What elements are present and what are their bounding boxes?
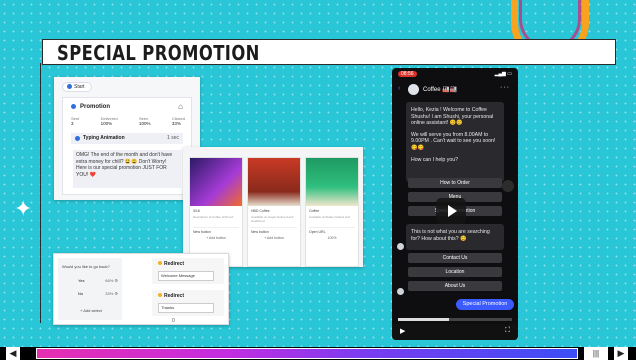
quick-reply-about-us[interactable]: About Us [408, 281, 502, 291]
recording-badge: 08:56 [398, 71, 417, 77]
redirect-target[interactable]: Thanks [158, 303, 214, 313]
redirect-node[interactable]: Redirect Welcome Message [152, 258, 224, 284]
redirect-header: Redirect [158, 293, 184, 299]
promo-image [190, 158, 242, 206]
carousel-tile[interactable]: Coffee Available at Shake Outlets and Op… [305, 157, 359, 267]
redirect-dot-icon [158, 261, 162, 265]
tile-add-button[interactable]: + Add button [193, 236, 239, 240]
back-icon[interactable]: ‹ [398, 85, 400, 92]
slide-title: SPECIAL PROMOTION [57, 41, 260, 65]
option-no-percent: 33% ⚙ [105, 291, 118, 296]
sparkle-icon: ✦ [14, 196, 33, 221]
hours-text: We will serve you from 8.00AM to 9.00PM … [411, 131, 496, 151]
bot-avatar [397, 243, 404, 250]
prev-slide-icon[interactable]: ◀ [6, 347, 20, 360]
tile-add-button[interactable]: + Add button [251, 236, 297, 240]
carousel-tile[interactable]: 3/16 Description of Coffee 3/16 text New… [189, 157, 243, 267]
chat-name: Coffee 🏭🏭 [423, 87, 458, 93]
tile-zoom[interactable]: 100% [309, 236, 355, 240]
help-text: How can I help you? [411, 156, 459, 163]
tag-icon[interactable]: ⌂ [178, 102, 183, 111]
slide-navigation-bar: ◀ ||| ▶ [0, 347, 636, 360]
promotion-node[interactable]: Promotion ⌂ Sent 3 Delivered 100% Seen 100%… [62, 97, 192, 195]
video-progress [398, 318, 450, 321]
stat-clicked: Clicked 33% [171, 116, 185, 126]
flow-editor-card: Start Promotion ⌂ Sent 3 Delivered 100% Se… [54, 77, 200, 200]
tile-desc: Available at Shake Outlets and [309, 215, 350, 219]
play-small-icon[interactable]: ▶ [400, 327, 405, 335]
phone-video[interactable]: 08:56 ▂▄▆ ▭ ‹ Coffee 🏭🏭 ··· Hello, Kezia… [392, 68, 518, 340]
promotion-dot-icon [71, 104, 76, 109]
user-reply-bubble: Special Promotion [456, 299, 514, 310]
phone-status-bar: 08:56 [398, 71, 417, 80]
play-icon[interactable] [436, 198, 466, 224]
tile-title: 3/16 [193, 209, 200, 213]
stat-seen: Seen 100% [138, 116, 151, 126]
bot-message: Hello, Kezia ! Welcome to Coffee Shushu!… [406, 102, 504, 182]
start-dot-icon [67, 84, 72, 90]
promo-image [248, 158, 300, 206]
start-node[interactable]: Start [62, 82, 92, 92]
tile-button[interactable]: New button [193, 227, 239, 234]
signal-icon: ▂▄▆ ▭ [494, 71, 512, 77]
chat-header: ‹ Coffee 🏭🏭 ··· [396, 82, 514, 98]
slide-progress-track[interactable] [36, 348, 578, 359]
thumbnails-icon[interactable]: ||| [584, 347, 608, 360]
bot-message: This is not what you are searching for? … [406, 224, 504, 250]
redirect-label: Redirect [164, 261, 185, 267]
title-bar: SPECIAL PROMOTION [42, 39, 616, 65]
tile-url-button[interactable]: Open URL [309, 227, 355, 234]
video-controls: ▶ ⛶ [392, 324, 518, 340]
quick-reply-contact-us[interactable]: Contact Us [408, 253, 502, 263]
add-select-button[interactable]: + Add select [80, 308, 102, 313]
node-count: 0 [172, 318, 175, 324]
promotion-label: Promotion [80, 104, 110, 111]
tile-desc: Description of Coffee 3/16 text [193, 215, 234, 219]
option-yes[interactable]: Yes [78, 278, 85, 283]
slide: SPECIAL PROMOTION ✦ Start Promotion ⌂ Se… [0, 0, 636, 347]
branch-card: Would you like to go back? Yes 66% ⚙ No … [53, 253, 229, 325]
typing-duration: 1 sec [167, 135, 179, 141]
question-text: Would you like to go back? [62, 264, 110, 269]
redirect-target[interactable]: Welcome Message [158, 271, 214, 281]
side-handle[interactable] [502, 180, 514, 192]
tile-button[interactable]: New button [251, 227, 297, 234]
carousel-tile[interactable]: HBD Coffee Available on Gojek GoFood and… [247, 157, 301, 267]
promotion-stats: Sent 3 Delivered 100% Seen 100% Clicked 33% [71, 116, 185, 126]
slide-border-line [40, 63, 41, 323]
stat-sent: Sent 3 [71, 116, 80, 126]
promotion-message[interactable]: OMG! The end of the month and don't have… [73, 150, 181, 188]
bot-avatar [397, 288, 404, 295]
redirect-header: Redirect [158, 261, 184, 267]
tile-title: HBD Coffee [251, 209, 270, 213]
promo-image [306, 158, 358, 206]
more-icon[interactable]: ··· [500, 84, 510, 91]
tile-title: Coffee [309, 209, 320, 213]
promotion-header: Promotion [71, 104, 110, 110]
carousel-card: 3/16 Description of Coffee 3/16 text New… [183, 147, 363, 267]
typing-dot-icon [75, 136, 80, 141]
redirect-node[interactable]: Redirect Thanks [152, 290, 224, 316]
option-no[interactable]: No [78, 291, 83, 296]
typing-animation-step[interactable]: Typing Animation 1 sec [71, 133, 183, 144]
option-yes-percent: 66% ⚙ [105, 278, 118, 283]
greeting-text: Hello, Kezia ! Welcome to Coffee Shushu!… [411, 107, 494, 127]
redirect-dot-icon [158, 293, 162, 297]
question-node[interactable]: Would you like to go back? Yes 66% ⚙ No … [58, 258, 122, 320]
tile-desc: Available on Gojek GoFood and GrabFood [251, 215, 294, 223]
typing-label: Typing Animation [83, 135, 125, 141]
start-label: Start [74, 84, 85, 90]
video-scrubber[interactable] [398, 318, 512, 321]
avatar [408, 84, 419, 95]
redirect-label: Redirect [164, 293, 185, 299]
next-slide-icon[interactable]: ▶ [614, 347, 628, 360]
quick-reply-location[interactable]: Location [408, 267, 502, 277]
quick-reply-how-to-order[interactable]: How to Order [408, 178, 502, 188]
fullscreen-icon[interactable]: ⛶ [505, 327, 510, 335]
stat-delivered: Delivered 100% [100, 116, 118, 126]
